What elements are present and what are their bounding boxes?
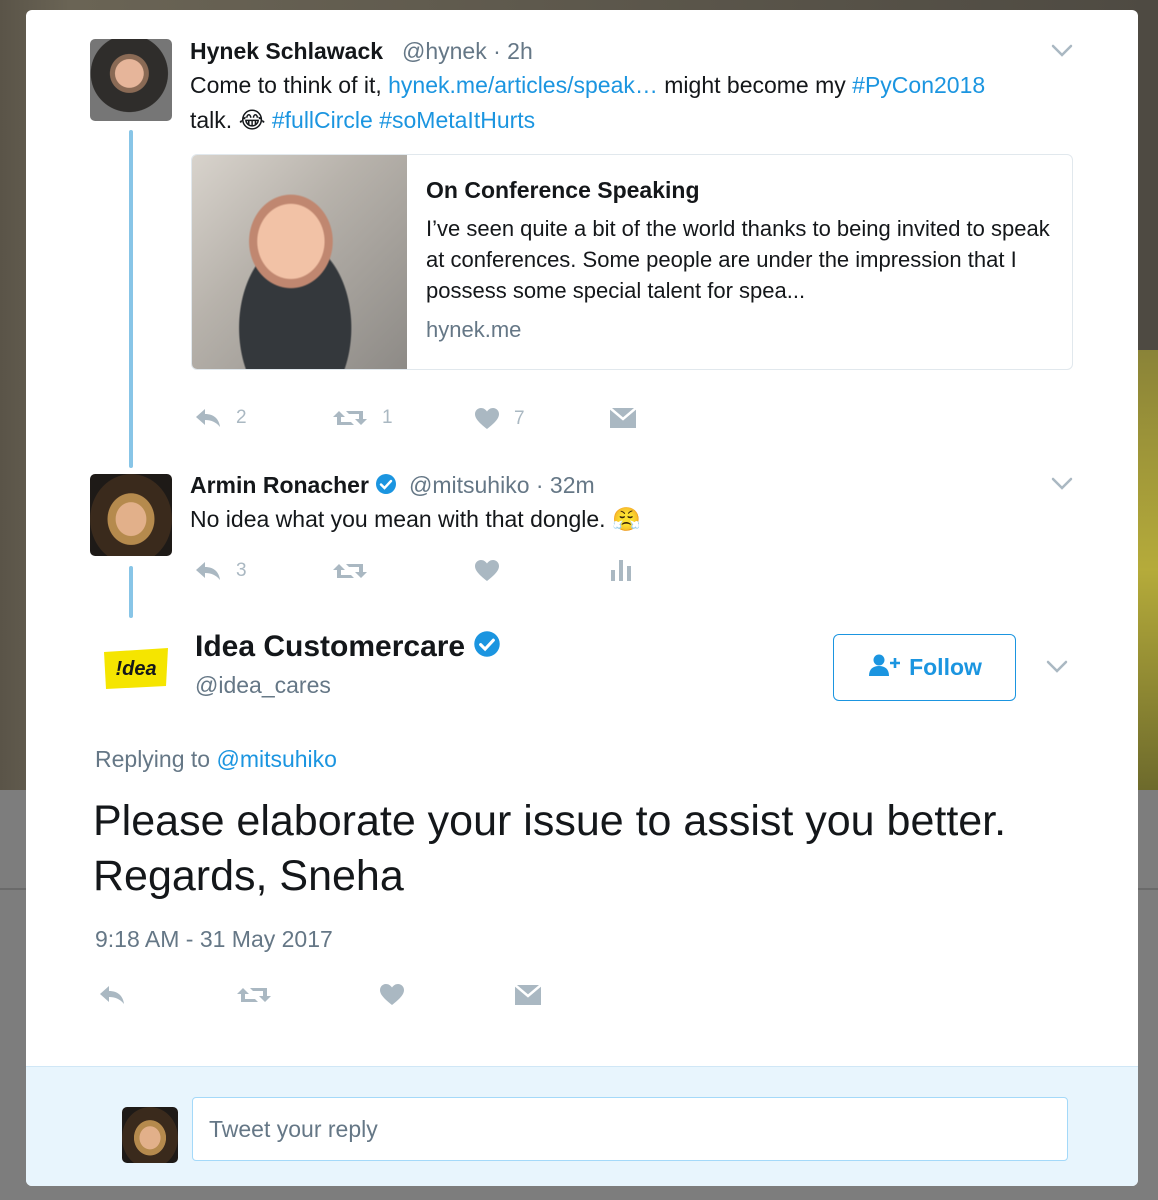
thread-connector (129, 566, 133, 618)
link-preview-card[interactable]: On Conference Speaking I’ve seen quite a… (191, 154, 1073, 370)
direct-message-button[interactable] (514, 984, 542, 1006)
idea-logo-avatar[interactable]: !dea (98, 642, 174, 694)
reply-count: 2 (236, 407, 247, 428)
author-name-text: Idea Customercare (195, 630, 466, 663)
replying-prefix: Replying to (95, 746, 217, 772)
verified-badge-icon (473, 630, 501, 666)
reply-composer: Tweet your reply (26, 1066, 1138, 1186)
current-user-avatar[interactable] (122, 1107, 178, 1163)
text-segment: No idea what you mean with that dongle. (190, 506, 612, 532)
hashtag-link[interactable]: #PyCon2018 (852, 72, 985, 98)
reply-icon (194, 560, 222, 582)
heart-icon (474, 407, 500, 431)
card-title: On Conference Speaking (426, 177, 700, 203)
like-button[interactable] (474, 559, 500, 583)
retweet-button[interactable] (332, 560, 368, 582)
analytics-button[interactable] (610, 558, 632, 582)
text-segment: Come to think of it, (190, 72, 389, 98)
author-handle-time[interactable]: @hynek · 2h (402, 38, 533, 65)
add-user-icon (867, 653, 901, 683)
reply-button[interactable]: 3 (194, 560, 247, 582)
avatar[interactable] (90, 39, 172, 121)
text-segment: talk. (190, 107, 239, 133)
card-domain: hynek.me (426, 317, 522, 342)
heart-icon (474, 559, 500, 583)
thread-connector (129, 130, 133, 468)
bar-chart-icon (610, 558, 632, 582)
follow-label: Follow (909, 654, 982, 680)
chevron-down-icon[interactable] (1051, 477, 1073, 491)
direct-message-button[interactable] (609, 407, 637, 429)
tweet-text: No idea what you mean with that dongle. … (190, 502, 641, 537)
retweet-icon (332, 560, 368, 582)
author-handle-time[interactable]: @mitsuhiko · 32m (409, 472, 595, 499)
envelope-icon (514, 984, 542, 1006)
verified-badge-icon (375, 473, 397, 501)
tweet-text-line2: talk. 😂 #fullCircle #soMetaItHurts (190, 103, 535, 138)
idea-logo: !dea (104, 648, 168, 689)
reply-icon (194, 407, 222, 429)
retweet-button[interactable] (236, 984, 272, 1006)
follow-button[interactable]: Follow (833, 634, 1016, 701)
retweet-button[interactable]: 1 (332, 407, 393, 429)
replying-to: Replying to @mitsuhiko (95, 746, 337, 773)
tweet-text: Come to think of it, hynek.me/articles/s… (190, 68, 985, 103)
text-segment: might become my (657, 72, 853, 98)
envelope-icon (609, 407, 637, 429)
reply-button[interactable]: 2 (194, 407, 247, 429)
article-link[interactable]: hynek.me/articles/speak… (388, 72, 658, 98)
chevron-down-icon[interactable] (1046, 660, 1068, 674)
tweet-timestamp[interactable]: 9:18 AM - 31 May 2017 (95, 926, 333, 953)
avatar[interactable] (90, 474, 172, 556)
main-tweet-text: Please elaborate your issue to assist yo… (93, 797, 1007, 900)
retweet-icon (236, 984, 272, 1006)
tweet-detail-modal: Hynek Schlawack @hynek · 2h Come to thin… (26, 10, 1138, 1186)
reply-icon (98, 984, 126, 1006)
heart-icon (379, 983, 405, 1007)
triumph-emoji: 😤 (611, 506, 641, 532)
tears-of-joy-emoji: 😂 (238, 107, 266, 133)
like-button[interactable] (379, 983, 405, 1007)
author-name[interactable]: Idea Customercare (195, 630, 501, 666)
reply-count: 3 (236, 560, 247, 581)
retweet-count: 1 (382, 407, 393, 428)
author-name-text: Armin Ronacher (190, 472, 369, 498)
hashtag-link[interactable]: #soMetaItHurts (379, 107, 535, 133)
card-thumbnail (192, 155, 407, 369)
reply-button[interactable] (98, 984, 126, 1006)
hashtag-link[interactable]: #fullCircle (272, 107, 373, 133)
like-count: 7 (514, 408, 525, 429)
like-button[interactable]: 7 (474, 407, 525, 431)
author-name[interactable]: Hynek Schlawack (190, 38, 383, 65)
replying-handle-link[interactable]: @mitsuhiko (216, 746, 337, 772)
author-name[interactable]: Armin Ronacher (190, 472, 397, 501)
svg-text:!dea: !dea (115, 658, 156, 680)
chevron-down-icon[interactable] (1051, 44, 1073, 58)
card-description: I’ve seen quite a bit of the world thank… (426, 216, 1050, 303)
retweet-icon (332, 407, 368, 429)
reply-input[interactable]: Tweet your reply (192, 1097, 1068, 1161)
author-handle[interactable]: @idea_cares (195, 672, 331, 699)
reply-placeholder: Tweet your reply (209, 1115, 378, 1142)
